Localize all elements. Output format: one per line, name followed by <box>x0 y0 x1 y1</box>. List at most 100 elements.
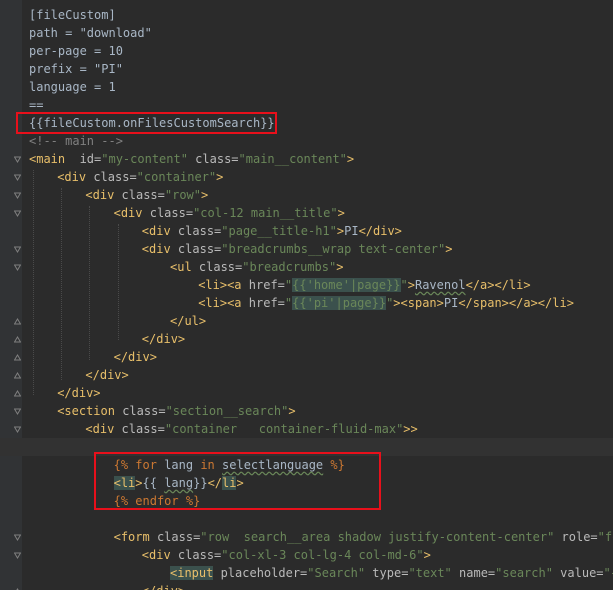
code-line[interactable]: per-page = 10 <box>0 42 613 60</box>
code-line[interactable]: </div> <box>0 384 613 402</box>
code-token: }} <box>193 476 208 490</box>
code-line[interactable]: {% endfor %} <box>0 492 613 510</box>
code-token: id= <box>65 152 102 166</box>
code-text: <ul class="breadcrumbs"> <box>170 258 343 276</box>
code-token: "row" <box>164 188 201 202</box>
code-line[interactable]: <!-- main --> <box>0 132 613 150</box>
code-token: "container" <box>136 170 217 184</box>
code-editor[interactable]: [fileCustom] path = "download" per-page = … <box>0 0 613 590</box>
code-token: <div <box>57 170 87 184</box>
fold-open-icon[interactable] <box>14 534 21 541</box>
code-line[interactable]: <form class="row search__area shadow jus… <box>0 528 613 546</box>
code-line[interactable] <box>0 510 613 528</box>
fold-open-icon[interactable] <box>14 426 21 433</box>
code-line[interactable]: </div> <box>0 348 613 366</box>
code-token: type= <box>365 566 409 580</box>
code-token: "breadcrumbs" <box>242 260 337 274</box>
code-token: PI <box>443 296 459 310</box>
code-token: </div> <box>142 584 185 590</box>
fold-open-icon[interactable] <box>14 210 21 217</box>
code-token: role= <box>554 530 598 544</box>
code-line[interactable]: <div class="col-12 main__title"> <box>0 204 613 222</box>
code-line[interactable]: <div class="container"> <box>0 168 613 186</box>
code-token: li <box>222 476 237 490</box>
code-token: class= <box>114 188 165 202</box>
code-line[interactable]: path = "download" <box>0 24 613 42</box>
code-token: class= <box>149 530 201 544</box>
code-line[interactable]: </div> <box>0 366 613 384</box>
code-token: [fileCustom] <box>29 8 116 22</box>
fold-open-icon[interactable] <box>14 192 21 199</box>
code-line[interactable]: <li><a href="{{'pi'|page}}"><span>PI</sp… <box>0 294 613 312</box>
code-token: path = "download" <box>29 26 152 40</box>
code-token: <form <box>113 530 150 544</box>
code-line[interactable]: <input placeholder="Search" type="text" … <box>0 564 613 582</box>
fold-close-icon[interactable] <box>14 318 21 325</box>
code-line[interactable]: <main id="my-content" class="main__conte… <box>0 150 613 168</box>
code-text: <section class="section__search"> <box>57 402 295 420</box>
code-token: {{fileCustom.onFilesCustomSearch}} <box>29 116 275 130</box>
fold-close-icon[interactable] <box>14 336 21 343</box>
code-line[interactable]: </div> <box>0 330 613 348</box>
code-line[interactable]: <div class="container container-fluid-ma… <box>0 420 613 438</box>
code-token: "page__title-h1" <box>221 224 337 238</box>
code-line[interactable]: [fileCustom] <box>0 6 613 24</box>
code-token: "col-12 main__title" <box>193 206 338 220</box>
fold-open-icon[interactable] <box>14 264 21 271</box>
code-token: selectlanguage <box>222 458 324 472</box>
fold-close-icon[interactable] <box>14 354 21 361</box>
code-text: {% for lang in selectlanguage %} <box>114 456 345 474</box>
code-line[interactable]: <section class="section__search"> <box>0 402 613 420</box>
code-token: class= <box>114 422 165 436</box>
code-token: > <box>423 548 431 562</box>
code-token: </ <box>207 476 223 490</box>
code-line[interactable] <box>0 438 613 456</box>
code-text: <div class="row"> <box>85 186 208 204</box>
code-token: class= <box>170 242 222 256</box>
code-line[interactable]: <div class="page__title-h1">PI</div> <box>0 222 613 240</box>
fold-open-icon[interactable] <box>14 552 21 559</box>
code-text: path = "download" <box>29 24 152 42</box>
fold-open-icon[interactable] <box>14 408 21 415</box>
fold-close-icon[interactable] <box>14 372 21 379</box>
code-line[interactable]: <ul class="breadcrumbs"> <box>0 258 613 276</box>
code-text: <form class="row search__area shadow jus… <box>114 528 613 546</box>
code-text: <li>{{ lang}}</li> <box>113 474 244 492</box>
code-token: "search" <box>495 566 553 580</box>
code-token: PI <box>344 224 359 238</box>
code-token: > <box>236 476 244 490</box>
code-token: > <box>407 278 415 292</box>
code-line[interactable]: </ul> <box>0 312 613 330</box>
code-token: <div <box>141 224 171 238</box>
code-line[interactable]: prefix = "PI" <box>0 60 613 78</box>
code-token: class= <box>170 548 222 562</box>
code-line[interactable]: language = 1 <box>0 78 613 96</box>
code-line[interactable]: == <box>0 96 613 114</box>
code-token: <div <box>141 242 171 256</box>
code-line[interactable]: </div> <box>0 582 613 590</box>
code-token: class= <box>114 404 166 418</box>
fold-open-icon[interactable] <box>14 156 21 163</box>
code-token: "container container-fluid-max" <box>164 422 404 436</box>
code-token: > <box>288 404 296 418</box>
code-token: value= <box>552 566 604 580</box>
code-text: <div class="col-xl-3 col-lg-4 col-md-6"> <box>142 546 431 564</box>
code-text: </div> <box>57 384 100 402</box>
fold-open-icon[interactable] <box>14 174 21 181</box>
code-text: prefix = "PI" <box>29 60 123 78</box>
code-line[interactable]: <div class="row"> <box>0 186 613 204</box>
code-line[interactable]: {% for lang in selectlanguage %} <box>0 456 613 474</box>
code-line[interactable]: <div class="col-xl-3 col-lg-4 col-md-6"> <box>0 546 613 564</box>
code-line[interactable]: <li><a href="{{'home'|page}}">Ravenol</a… <box>0 276 613 294</box>
code-text: == <box>29 96 43 114</box>
code-line[interactable]: <div class="breadcrumbs__wrap text-cente… <box>0 240 613 258</box>
code-token: "form" <box>597 530 613 544</box>
code-line[interactable]: {{fileCustom.onFilesCustomSearch}} <box>0 114 613 132</box>
fold-open-icon[interactable] <box>14 246 21 253</box>
code-token: </div> <box>113 350 157 364</box>
code-text: </div> <box>85 366 128 384</box>
code-text: {{fileCustom.onFilesCustomSearch}} <box>29 114 275 132</box>
fold-close-icon[interactable] <box>14 390 21 397</box>
code-token: language = 1 <box>29 80 116 94</box>
code-line[interactable]: <li>{{ lang}}</li> <box>0 474 613 492</box>
